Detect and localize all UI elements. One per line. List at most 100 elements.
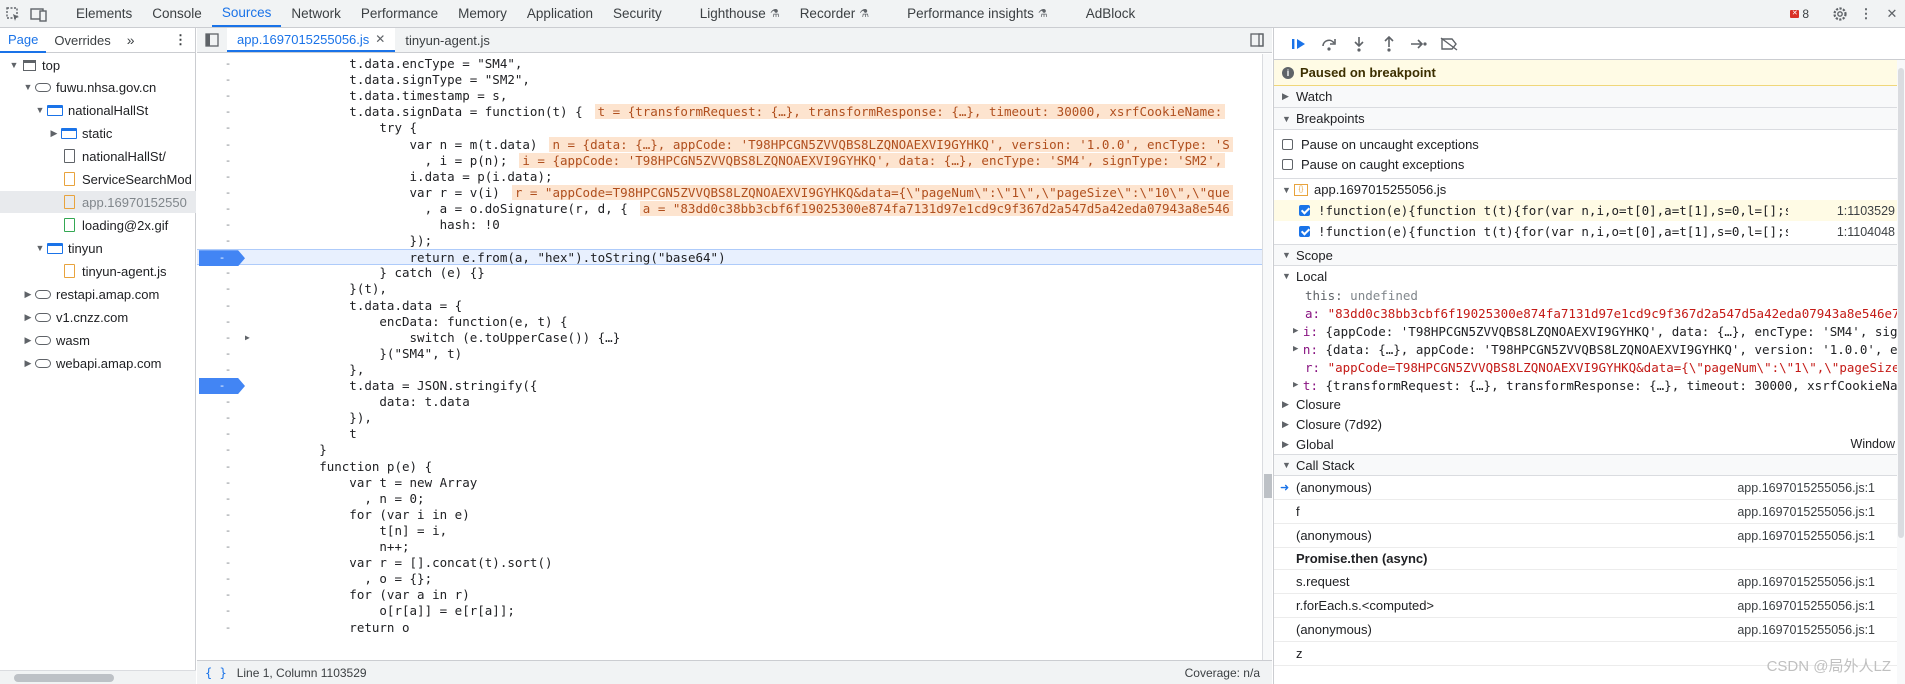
scope-variable[interactable]: ▶ i: {appCode: 'T98HPCGN5ZVVQBS8LZQNOAEXV… — [1274, 322, 1905, 340]
line-gutter[interactable]: - — [197, 362, 259, 378]
code-line[interactable]: - t.data.encType = "SM4", — [197, 56, 1262, 72]
line-gutter[interactable]: - — [197, 459, 259, 475]
tree-item-file[interactable]: ServiceSearchMod — [60, 168, 196, 190]
code-line[interactable]: - var r = [].concat(t).sort() — [197, 555, 1262, 571]
call-frame[interactable]: s.request app.1697015255056.js:1 — [1274, 570, 1905, 594]
tree-item-file[interactable]: loading@2x.gif — [60, 214, 196, 236]
code-line[interactable]: - , a = o.doSignature(r, d, {a = "83dd0c… — [197, 200, 1262, 217]
code-line[interactable]: - o[r[a]] = e[r[a]]; — [197, 603, 1262, 619]
tab-lighthouse[interactable]: Lighthouse ⚗ — [690, 0, 790, 27]
code-line[interactable]: - } — [197, 442, 1262, 458]
code-line[interactable]: - , o = {}; — [197, 571, 1262, 587]
scope-variable[interactable]: ▶ t: {transformRequest: {…}, transformRes… — [1274, 376, 1905, 394]
line-gutter[interactable]: - — [197, 281, 259, 297]
line-gutter[interactable]: - — [197, 410, 259, 426]
step-into-icon[interactable] — [1344, 32, 1374, 56]
code-line[interactable]: - return o — [197, 620, 1262, 636]
code-line[interactable]: - }(t), — [197, 281, 1262, 297]
line-gutter[interactable]: - — [197, 233, 259, 249]
scope-variable[interactable]: r: "appCode=T98HPCGN5ZVVQBS8LZQNOAEXVI9G… — [1274, 358, 1905, 376]
call-frame[interactable]: (anonymous) app.1697015255056.js:1 — [1274, 618, 1905, 642]
tab-recorder[interactable]: Recorder ⚗ — [790, 0, 879, 27]
scrollbar-thumb[interactable] — [1898, 68, 1904, 538]
tab-page[interactable]: Page — [0, 28, 47, 53]
toggle-debugger-sidebar-icon[interactable] — [1242, 28, 1272, 52]
tab-sources[interactable]: Sources — [211, 0, 282, 27]
line-gutter[interactable]: - — [197, 603, 259, 619]
resume-icon[interactable] — [1284, 32, 1314, 56]
code-line[interactable]: - return e.from(a, "hex").toString("base… — [197, 249, 1262, 267]
close-devtools-icon[interactable]: ✕ — [1879, 6, 1905, 22]
line-gutter[interactable]: - — [197, 120, 259, 136]
scope-closure-group[interactable]: ▶ Closure (7d92) — [1274, 414, 1905, 434]
call-stack-section-header[interactable]: ▼ Call Stack — [1274, 454, 1905, 476]
editor-vertical-scrollbar[interactable] — [1262, 54, 1272, 662]
line-gutter[interactable]: - — [197, 523, 259, 539]
code-line[interactable]: - hash: !0 — [197, 217, 1262, 233]
call-frame[interactable]: r.forEach.s.<computed> app.1697015255056… — [1274, 594, 1905, 618]
code-line[interactable]: - } catch (e) {} — [197, 265, 1262, 281]
code-line[interactable]: - , n = 0; — [197, 491, 1262, 507]
breakpoint-entry[interactable]: !function(e){function t(t){for(var n,i,o… — [1274, 221, 1905, 242]
line-gutter[interactable]: - — [197, 153, 259, 169]
tree-item-domain[interactable]: ▼ fuwu.nhsa.gov.cn — [22, 76, 196, 98]
line-gutter[interactable]: - — [197, 587, 259, 603]
code-line[interactable]: - data: t.data — [197, 394, 1262, 410]
step-out-icon[interactable] — [1374, 32, 1404, 56]
tree-item-file[interactable]: tinyun-agent.js — [60, 260, 196, 282]
code-line[interactable]: - var t = new Array — [197, 475, 1262, 491]
checkbox[interactable] — [1282, 138, 1293, 150]
line-gutter[interactable]: - — [197, 56, 259, 72]
tab-overrides[interactable]: Overrides — [46, 28, 118, 53]
call-frame[interactable]: (anonymous) app.1697015255056.js:1 — [1274, 524, 1905, 548]
scope-variable[interactable]: this: undefined — [1274, 286, 1905, 304]
close-tab-icon[interactable]: ✕ — [375, 32, 385, 46]
line-gutter[interactable]: - — [197, 72, 259, 88]
scope-local-group[interactable]: ▼ Local — [1274, 266, 1905, 286]
line-gutter[interactable]: - — [197, 555, 259, 571]
tree-item-domain[interactable]: ▶ restapi.amap.com — [22, 283, 196, 305]
toggle-navigator-icon[interactable] — [197, 28, 227, 52]
editor-tab-app-js[interactable]: app.1697015255056.js ✕ — [227, 28, 396, 52]
tree-item-folder[interactable]: ▼ nationalHallSt — [34, 99, 196, 121]
line-gutter[interactable]: - — [197, 314, 259, 330]
code-line[interactable]: - t.data.data = { — [197, 298, 1262, 314]
error-count-badge[interactable]: ✕ 8 — [1790, 7, 1809, 21]
code-line[interactable]: - t[n] = i, — [197, 523, 1262, 539]
step-icon[interactable] — [1404, 32, 1434, 56]
line-gutter[interactable]: - — [197, 217, 259, 233]
code-line[interactable]: - encData: function(e, t) { — [197, 314, 1262, 330]
settings-gear-icon[interactable] — [1827, 6, 1853, 22]
tree-item-domain[interactable]: ▶ v1.cnzz.com — [22, 306, 196, 328]
scope-variable[interactable]: a: "83dd0c38bb3cbf6f19025300e874fa7131d9… — [1274, 304, 1905, 322]
line-gutter[interactable]: - — [197, 442, 259, 458]
code-line[interactable]: - }("SM4", t) — [197, 346, 1262, 362]
tab-console[interactable]: Console — [142, 0, 212, 27]
code-line[interactable]: - t.data = JSON.stringify({ — [197, 378, 1262, 394]
tab-elements[interactable]: Elements — [66, 0, 142, 27]
breakpoint-location[interactable]: 1:1103529 — [1837, 204, 1895, 218]
code-line[interactable]: - function p(e) { — [197, 459, 1262, 475]
scope-section-header[interactable]: ▼ Scope — [1274, 244, 1905, 266]
line-gutter[interactable]: - — [197, 426, 259, 442]
debugger-vertical-scrollbar[interactable] — [1897, 60, 1905, 684]
breakpoint-location[interactable]: 1:1104048 — [1837, 225, 1895, 239]
call-frame[interactable]: f app.1697015255056.js:1 — [1274, 500, 1905, 524]
tree-item-folder[interactable]: ▼ tinyun — [34, 237, 196, 259]
line-gutter[interactable]: - — [197, 88, 259, 104]
code-line[interactable]: - for (var i in e) — [197, 507, 1262, 523]
breakpoint-checkbox[interactable] — [1299, 205, 1310, 216]
inspect-element-icon[interactable] — [0, 0, 26, 27]
line-gutter[interactable]: - — [197, 491, 259, 507]
watch-section-header[interactable]: ▶ Watch — [1274, 86, 1905, 108]
line-gutter[interactable]: - — [197, 137, 259, 153]
line-gutter[interactable]: - — [197, 571, 259, 587]
step-over-icon[interactable] — [1314, 32, 1344, 56]
code-line[interactable]: - try { — [197, 120, 1262, 136]
code-line[interactable]: - t.data.signData = function(t) {t = {tr… — [197, 104, 1262, 120]
code-line[interactable]: - n++; — [197, 539, 1262, 555]
tab-performance-insights[interactable]: Performance insights ⚗ — [897, 0, 1058, 27]
line-gutter[interactable]: - — [197, 201, 259, 217]
scope-global-group[interactable]: ▶ Global Window — [1274, 434, 1905, 454]
tree-item-file[interactable]: nationalHallSt/ — [60, 145, 196, 167]
